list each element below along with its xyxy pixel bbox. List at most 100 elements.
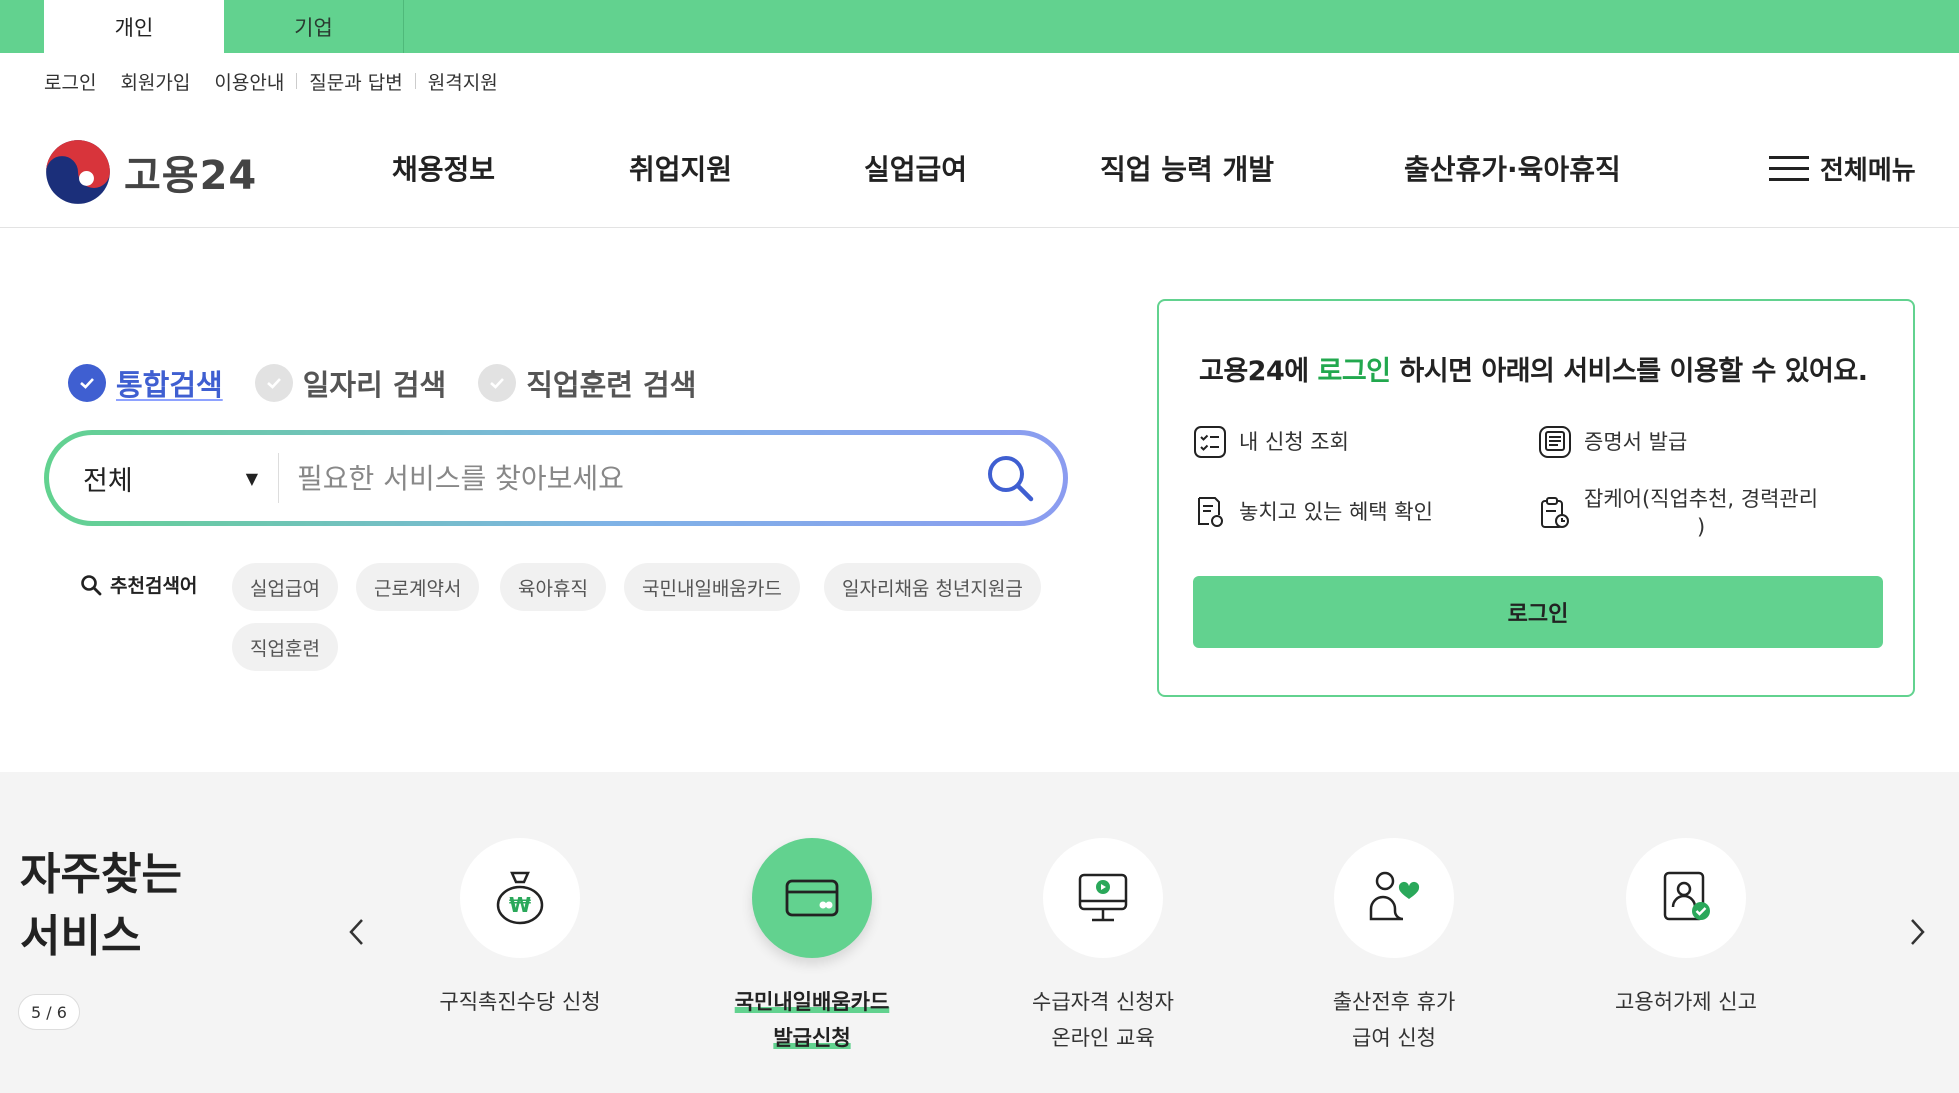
tab-personal[interactable]: 개인 [44, 0, 224, 53]
frequent-services-heading: 자주찾는 서비스 [20, 844, 182, 968]
taegeuk-logo-icon [46, 140, 110, 204]
service-item-circle [752, 838, 872, 958]
label-line: 출산전후 휴가 [1332, 990, 1456, 1014]
search-icon [81, 574, 102, 595]
label-line: 고용허가제 신고 [1615, 990, 1757, 1014]
checklist-icon [1194, 426, 1226, 458]
service-item-maternity-leave[interactable]: 출산전후 휴가 급여 신청 [1269, 838, 1519, 1056]
remote-support-link[interactable]: 원격지원 [416, 68, 510, 95]
carousel-pager: 5 / 6 [18, 994, 80, 1030]
service-item-online-education[interactable]: 수급자격 신청자 온라인 교육 [978, 838, 1228, 1056]
search-box-inner: 전체 ▼ [49, 435, 1063, 521]
search-type-label: 통합검색 [116, 368, 223, 402]
svg-text:₩: ₩ [509, 893, 531, 917]
keyword-chip[interactable]: 실업급여 [232, 563, 338, 611]
service-item-job-seeking-allowance[interactable]: ₩ 구직촉진수당 신청 [395, 838, 645, 1020]
search-type-integrated[interactable]: 통합검색 [68, 362, 223, 404]
site-logo[interactable]: 고용24 [44, 138, 257, 206]
search-box: 전체 ▼ [44, 430, 1068, 526]
service-label: 증명서 발급 [1584, 430, 1688, 454]
service-missed-benefits[interactable]: 놓치고 있는 혜택 확인 [1193, 495, 1433, 529]
check-icon [68, 364, 106, 402]
keyword-chip[interactable]: 국민내일배움카드 [624, 563, 800, 611]
frequent-services-section: 자주찾는 서비스 5 / 6 ₩ 구직촉진수당 신청 국민내일배움카드 발급신청… [0, 772, 1959, 1093]
label-line: 구직촉진수당 신청 [439, 990, 601, 1014]
service-item-circle: ₩ [460, 838, 580, 958]
service-item-label: 구직촉진수당 신청 [395, 984, 645, 1020]
label-line: 발급신청 [773, 1026, 851, 1050]
main-header: 고용24 채용정보 취업지원 실업급여 직업 능력 개발 출산휴가·육아휴직 전… [0, 100, 1959, 228]
check-icon [478, 364, 517, 402]
keyword-chip[interactable]: 육아휴직 [500, 563, 606, 611]
service-item-label: 수급자격 신청자 온라인 교육 [978, 984, 1228, 1056]
keyword-chip[interactable]: 직업훈련 [232, 623, 338, 671]
search-scope-value: 전체 [83, 465, 133, 497]
label-line: 수급자격 신청자 [1032, 990, 1174, 1014]
search-scope-select[interactable]: 전체 ▼ [49, 453, 279, 503]
clipboard-clock-icon [1541, 497, 1569, 528]
service-label: 잡케어(직업추천, 경력관리 ) [1584, 482, 1818, 541]
recommended-title-label: 추천검색어 [110, 575, 198, 597]
search-type-label: 직업훈련 검색 [526, 368, 697, 402]
gnb-job-info[interactable]: 채용정보 [392, 148, 495, 188]
signup-link[interactable]: 회원가입 [108, 68, 202, 95]
service-item-label: 출산전후 휴가 급여 신청 [1269, 984, 1519, 1056]
service-label: 내 신청 조회 [1239, 430, 1349, 454]
chevron-left-icon[interactable] [342, 912, 372, 952]
guide-link[interactable]: 이용안내 [202, 68, 296, 95]
keyword-chip[interactable]: 일자리채움 청년지원금 [824, 563, 1041, 611]
caret-down-icon: ▼ [245, 468, 258, 488]
search-type-jobs[interactable]: 일자리 검색 [254, 362, 447, 404]
service-item-label: 국민내일배움카드 발급신청 [687, 984, 937, 1056]
login-panel: 고용24에 로그인 하시면 아래의 서비스를 이용할 수 있어요. 내 신청 조… [1157, 299, 1915, 697]
check-icon [254, 364, 293, 402]
login-button[interactable]: 로그인 [1193, 576, 1883, 648]
keyword-chip[interactable]: 근로계약서 [356, 563, 480, 611]
heading-line: 자주찾는 [20, 849, 182, 900]
id-badge-check-icon [1663, 871, 1710, 921]
gnb-unemployment-benefit[interactable]: 실업급여 [864, 148, 967, 188]
search-type-training[interactable]: 직업훈련 검색 [478, 362, 696, 404]
logo-text: 고용24 [124, 153, 258, 199]
search-type-label: 일자리 검색 [302, 368, 447, 402]
label-line: 온라인 교육 [1051, 1026, 1155, 1050]
search-type-selector: 통합검색 일자리 검색 직업훈련 검색 [68, 362, 728, 404]
gnb-skill-development[interactable]: 직업 능력 개발 [1100, 148, 1274, 188]
certificate-icon [1539, 426, 1571, 458]
search-icon[interactable] [985, 453, 1035, 503]
message-text: 하시면 아래의 서비스를 이용할 수 있어요. [1390, 356, 1868, 387]
service-item-circle [1043, 838, 1163, 958]
login-panel-message: 고용24에 로그인 하시면 아래의 서비스를 이용할 수 있어요. [1199, 349, 1868, 388]
service-item-employment-permit[interactable]: 고용허가제 신고 [1561, 838, 1811, 1020]
service-jobcare[interactable]: 잡케어(직업추천, 경력관리 ) [1538, 482, 1868, 541]
qna-link[interactable]: 질문과 답변 [297, 68, 414, 95]
label-line: 국민내일배움카드 [734, 990, 890, 1014]
top-tab-bar: 개인 기업 [0, 0, 1959, 53]
recommended-title: 추천검색어 [80, 571, 197, 598]
document-search-icon [1198, 497, 1223, 527]
monitor-play-icon [1078, 873, 1128, 922]
service-certificate[interactable]: 증명서 발급 [1538, 425, 1687, 459]
service-item-circle [1626, 838, 1746, 958]
all-menu-label: 전체메뉴 [1820, 156, 1916, 186]
hamburger-icon [1769, 155, 1809, 181]
search-input[interactable] [279, 461, 939, 495]
tab-business[interactable]: 기업 [224, 0, 404, 53]
service-item-label: 고용허가제 신고 [1561, 984, 1811, 1020]
chevron-right-icon[interactable] [1902, 912, 1932, 952]
service-label-line: 잡케어(직업추천, 경력관리 [1584, 487, 1819, 511]
utility-links: 로그인 회원가입 이용안내 질문과 답변 원격지원 [44, 66, 510, 96]
label-line: 급여 신청 [1352, 1026, 1436, 1050]
gnb-parental-leave[interactable]: 출산휴가·육아휴직 [1404, 148, 1621, 188]
service-my-applications[interactable]: 내 신청 조회 [1193, 425, 1349, 459]
credit-card-icon [785, 879, 839, 917]
person-heart-icon [1369, 871, 1420, 921]
login-link[interactable]: 로그인 [44, 68, 108, 95]
service-item-learning-card[interactable]: 국민내일배움카드 발급신청 [687, 838, 937, 1056]
service-item-circle [1334, 838, 1454, 958]
service-label: 놓치고 있는 혜택 확인 [1239, 500, 1433, 524]
all-menu-button[interactable]: 전체메뉴 [1768, 150, 1916, 187]
message-highlight: 로그인 [1317, 356, 1392, 387]
money-bag-icon: ₩ [496, 871, 544, 925]
gnb-employment-support[interactable]: 취업지원 [629, 148, 732, 188]
